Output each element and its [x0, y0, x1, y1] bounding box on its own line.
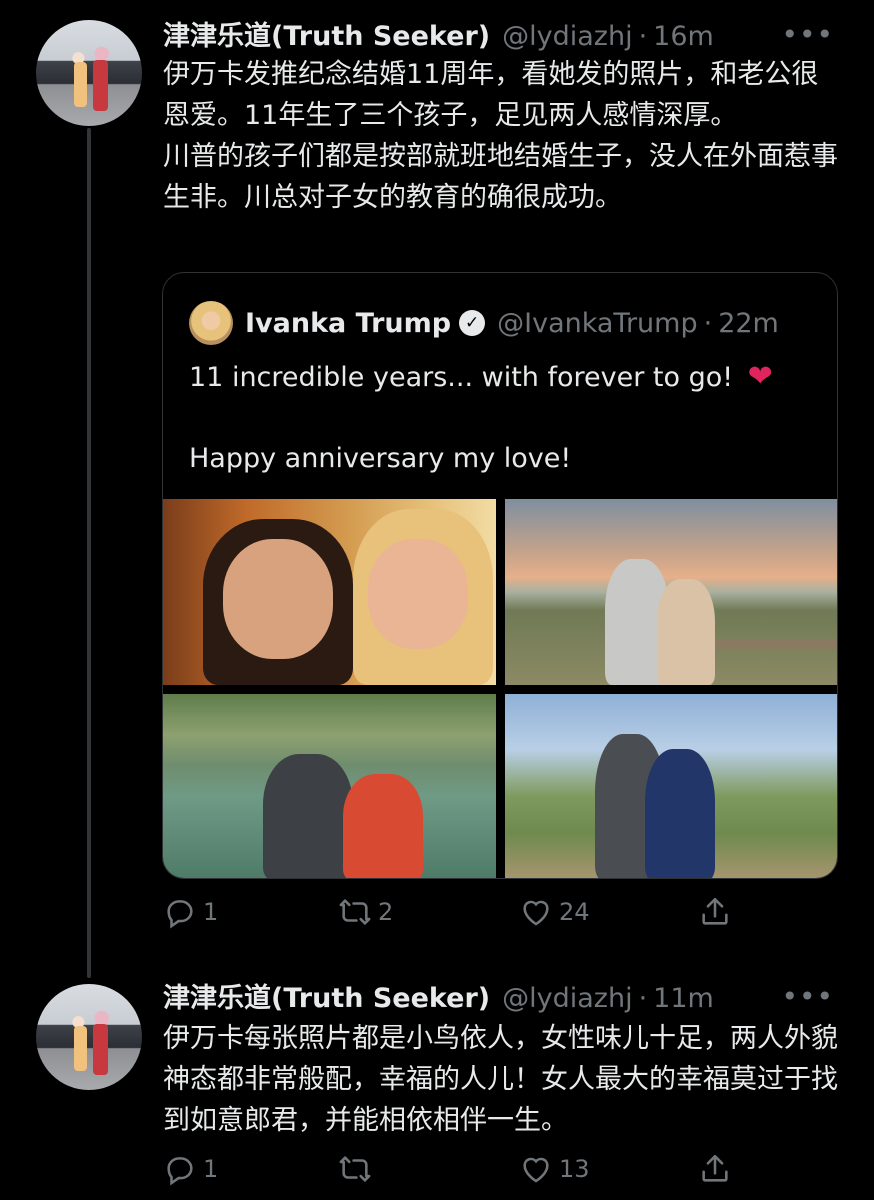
share-button[interactable] [698, 895, 738, 929]
more-options-icon[interactable]: ••• [781, 18, 834, 51]
timestamp[interactable]: 16m [653, 21, 714, 52]
display-name[interactable]: 津津乐道(Truth Seeker) [163, 976, 490, 1015]
more-options-icon[interactable]: ••• [781, 980, 834, 1013]
quoted-text: 11 incredible years... with forever to g… [189, 362, 734, 393]
reply-button[interactable]: 1 [163, 1152, 218, 1186]
heart-icon [523, 900, 549, 926]
reply-count: 1 [203, 1155, 219, 1183]
display-name[interactable]: 津津乐道(Truth Seeker) [163, 14, 490, 53]
reply-button[interactable]: 1 [163, 895, 218, 929]
photo-4[interactable] [505, 694, 837, 878]
tweet-paragraph: 伊万卡每张照片都是小鸟依人，女性味儿十足，两人外貌神态都非常般配，幸福的人儿！女… [163, 1023, 838, 1136]
avatar[interactable] [36, 20, 142, 126]
quoted-avatar[interactable] [189, 301, 233, 345]
tweet-paragraph: 伊万卡发推纪念结婚11周年，看她发的照片，和老公很恩爱。11年生了三个孩子，足见… [163, 59, 819, 131]
quoted-user-handle[interactable]: @IvankaTrump [497, 308, 697, 339]
like-count: 13 [559, 1155, 590, 1183]
quoted-tweet[interactable]: Ivanka Trump ✓ @IvankaTrump · 22m 11 inc… [162, 272, 838, 879]
like-count: 24 [559, 898, 590, 926]
share-button[interactable] [698, 1152, 738, 1186]
retweet-count: 2 [378, 898, 394, 926]
photo-figure [645, 749, 715, 878]
reply-icon [167, 1157, 193, 1186]
avatar[interactable] [36, 984, 142, 1090]
photo-1[interactable] [163, 499, 496, 685]
separator-dot: · [638, 983, 648, 1014]
share-icon [702, 897, 728, 925]
photo-figure [657, 579, 715, 685]
retweet-button[interactable] [338, 1152, 378, 1186]
quoted-tweet-header: Ivanka Trump ✓ @IvankaTrump · 22m [245, 299, 779, 347]
avatar-figure [74, 62, 87, 107]
user-handle[interactable]: @lydiazhj [502, 983, 632, 1014]
tweet-header: 津津乐道(Truth Seeker) @lydiazhj · 16m [163, 14, 714, 54]
photo-3[interactable] [163, 694, 496, 878]
fence [715, 639, 837, 649]
quoted-text-line: 11 incredible years... with forever to g… [189, 359, 809, 394]
quoted-display-name[interactable]: Ivanka Trump [245, 308, 451, 339]
user-handle[interactable]: @lydiazhj [502, 21, 632, 52]
tweet-actions: 1 13 [163, 1152, 763, 1192]
thread-connector [87, 128, 91, 978]
red-heart-emoji: ❤ [747, 359, 773, 394]
tweet-paragraph: 川普的孩子们都是按部就班地结婚生子，没人在外面惹事生非。川总对子女的教育的确很成… [163, 141, 838, 213]
retweet-icon [339, 899, 371, 925]
avatar-figure [93, 1024, 109, 1076]
separator-dot: · [638, 21, 648, 52]
heart-icon [523, 1157, 549, 1183]
photo-2[interactable] [505, 499, 837, 685]
photo-figure [263, 754, 353, 878]
quoted-timestamp[interactable]: 22m [718, 308, 779, 339]
quoted-text-line: Happy anniversary my love! [189, 443, 572, 474]
separator-dot: · [703, 307, 713, 339]
reply-icon [167, 900, 193, 929]
share-icon [702, 1154, 728, 1182]
tweet-1[interactable]: 津津乐道(Truth Seeker) @lydiazhj · 16m ••• 伊… [0, 0, 874, 978]
reply-count: 1 [203, 898, 219, 926]
retweet-button[interactable]: 2 [338, 895, 393, 929]
tweet-text: 伊万卡每张照片都是小鸟依人，女性味儿十足，两人外貌神态都非常般配，幸福的人儿！女… [163, 1018, 843, 1141]
tweet-text: 伊万卡发推纪念结婚11周年，看她发的照片，和老公很恩爱。11年生了三个孩子，足见… [163, 54, 843, 218]
like-button[interactable]: 13 [519, 1152, 590, 1186]
retweet-icon [339, 1156, 371, 1182]
tweet-actions: 1 2 24 [163, 895, 763, 935]
avatar-figure [93, 60, 109, 112]
avatar-figure [74, 1026, 87, 1071]
photo-grid [163, 499, 837, 878]
tweet-2[interactable]: 津津乐道(Truth Seeker) @lydiazhj · 11m ••• 伊… [0, 960, 874, 1200]
tweet-header: 津津乐道(Truth Seeker) @lydiazhj · 11m [163, 976, 714, 1016]
timestamp[interactable]: 11m [653, 983, 714, 1014]
photo-figure [343, 774, 423, 878]
verified-badge-icon: ✓ [459, 310, 486, 336]
photo-figure [223, 539, 333, 659]
like-button[interactable]: 24 [519, 895, 590, 929]
photo-figure [368, 539, 468, 649]
